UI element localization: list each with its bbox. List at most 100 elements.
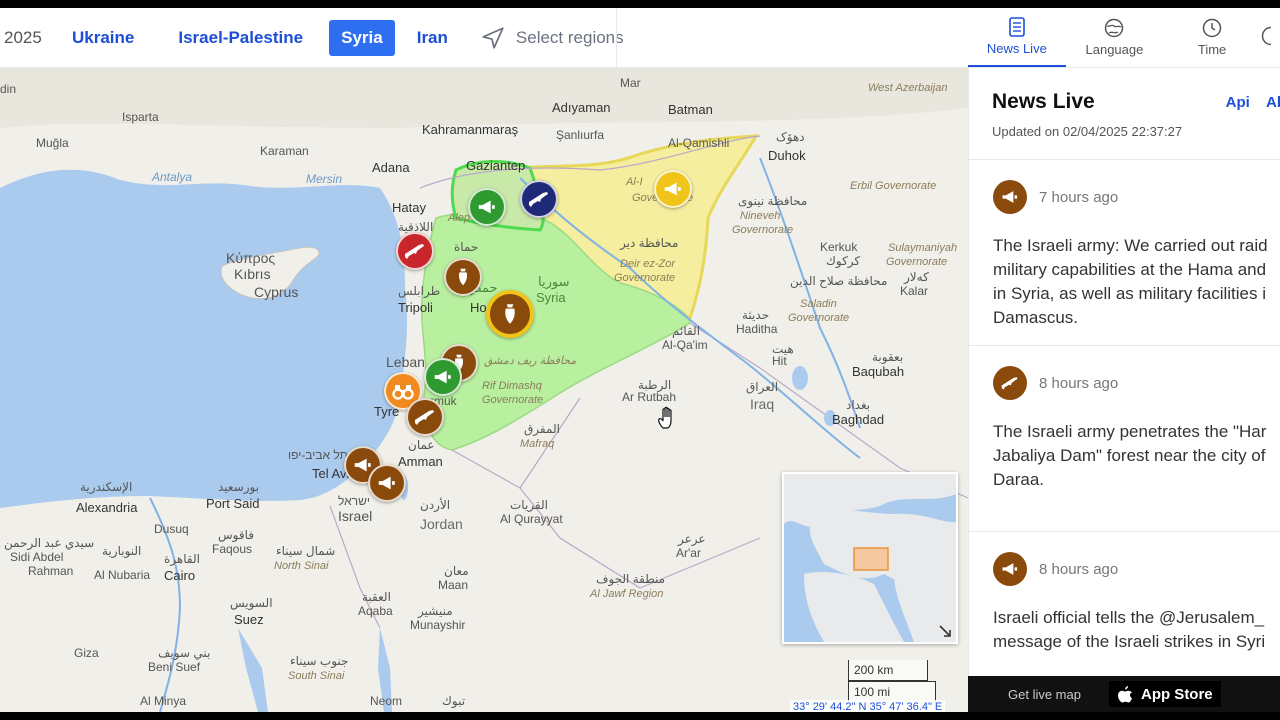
map-label: Sidi Abdel: [10, 550, 64, 564]
map-canvas[interactable]: din Isparta Muğla Karaman Antalya Mersin…: [0, 68, 968, 712]
news-item[interactable]: 8 hours ago The Israeli army penetrates …: [969, 346, 1280, 532]
overview-minimap[interactable]: [782, 472, 958, 644]
news-time: 8 hours ago: [1039, 560, 1119, 578]
map-label: Aqaba: [358, 604, 393, 618]
map-label: القائم: [672, 324, 701, 338]
about-link[interactable]: Ab: [1266, 94, 1280, 111]
attack-marker-red-rifle[interactable]: [396, 232, 434, 270]
news-item[interactable]: 7 hours ago The Israeli army: We carried…: [969, 160, 1280, 346]
map-label: West Azerbaijan: [868, 82, 948, 94]
map-label: طرابلس: [398, 284, 441, 298]
get-live-map-label: Get live map: [1008, 686, 1081, 702]
apple-icon: [1117, 686, 1132, 703]
map-label: المفرق: [524, 422, 560, 436]
map-label: din: [0, 82, 17, 96]
last-updated: Updated on 02/04/2025 22:37:27: [992, 124, 1183, 139]
map-label: Baghdad: [832, 412, 885, 427]
map-label: Şanlıurfa: [556, 128, 605, 142]
map-label: كركوك: [826, 254, 861, 268]
minimap-world: [784, 474, 956, 642]
tab-iran[interactable]: Iran: [405, 20, 460, 56]
news-line: Israeli official tells the @Jerusalem_: [993, 608, 1265, 627]
expand-icon[interactable]: [938, 624, 952, 638]
attack-marker-brown-megaphone-2[interactable]: [368, 464, 406, 502]
attack-marker-brown-rifle[interactable]: [406, 398, 444, 436]
map-label: Beni Suef: [148, 660, 201, 674]
map-label: Al Nubaria: [94, 568, 151, 582]
attack-marker-green-megaphone-2[interactable]: [424, 358, 462, 396]
bomb-icon: [459, 268, 467, 286]
map-label: Al-I: [626, 176, 643, 188]
map-label: Adana: [372, 160, 410, 175]
attack-marker-brown-bomb[interactable]: [444, 258, 482, 296]
map-label: Sulaymaniyah: [888, 242, 958, 254]
attack-marker-navy-rifle[interactable]: [520, 180, 558, 218]
app-store-button[interactable]: App Store: [1108, 681, 1221, 707]
news-meta: 7 hours ago: [993, 180, 1280, 214]
api-link[interactable]: Api: [1226, 94, 1250, 111]
app-download-bar: Get live map App Store: [968, 676, 1280, 712]
map-label: Kerkuk: [820, 240, 858, 254]
select-regions-button[interactable]: Select regions: [480, 25, 624, 51]
map-label: بورسعيد: [218, 480, 260, 494]
map-label: بعقوبة: [872, 350, 904, 364]
tab-news-live[interactable]: News Live: [968, 8, 1066, 67]
attack-marker-yellow-megaphone[interactable]: [654, 170, 692, 208]
year-label[interactable]: 2025: [4, 28, 60, 48]
map-label: Rif Dimashq: [482, 380, 542, 392]
news-time: 8 hours ago: [1039, 374, 1119, 392]
tab-time[interactable]: Time: [1163, 8, 1261, 67]
globe-icon: [1105, 18, 1124, 38]
map-label: سوريا: [538, 274, 570, 289]
megaphone-icon: [664, 182, 681, 196]
tab-israel-palestine[interactable]: Israel-Palestine: [166, 20, 315, 56]
map-label: North Sinai: [274, 560, 329, 572]
tab-syria[interactable]: Syria: [329, 19, 395, 56]
binoculars-icon: [392, 385, 414, 400]
news-icon: [993, 366, 1027, 400]
map-label: Suez: [234, 612, 264, 627]
map-label: Jordan: [420, 516, 463, 532]
map-label: Alexandria: [76, 500, 138, 515]
tab-ukraine[interactable]: Ukraine: [60, 20, 146, 56]
news-line: Jabaliya Dam" forest near the city of: [993, 446, 1266, 465]
map-label: Ar Rutbah: [622, 390, 677, 404]
bomb-icon: [505, 304, 515, 324]
header-links: Api Ab: [1214, 94, 1280, 111]
map-label: الأردن: [420, 498, 451, 512]
map-label: Al Qurayyat: [500, 512, 563, 526]
map-label: بني سويف: [158, 646, 211, 660]
map-label: Israel: [338, 508, 373, 524]
right-tabs: News Live Language Time: [968, 8, 1280, 68]
map-label: سيدي عبد الرحمن: [4, 536, 95, 550]
map-label: Nineveh: [740, 210, 781, 222]
news-line: Damascus.: [993, 308, 1079, 327]
tab-news-live-label: News Live: [986, 41, 1047, 56]
attack-marker-green-megaphone[interactable]: [468, 188, 506, 226]
tab-language[interactable]: Language: [1066, 8, 1164, 67]
map-label: Karaman: [260, 144, 309, 158]
map-label: القريات: [510, 498, 548, 512]
megaphone-icon: [1002, 191, 1018, 203]
map-label: بغداد: [846, 398, 871, 412]
megaphone-icon: [434, 370, 451, 384]
map-label: الإسكندرية: [80, 480, 133, 494]
map-label: ישראל: [338, 494, 370, 508]
map-label: Giza: [74, 646, 99, 660]
app-frame: 2025 Ukraine Israel-Palestine Syria Iran…: [0, 8, 1280, 712]
map-label: Deir ez-Zor: [620, 258, 676, 270]
news-meta: 8 hours ago: [993, 366, 1280, 400]
news-panel-header: News Live Updated on 02/04/2025 22:37:27…: [969, 68, 1280, 160]
news-line: message of the Israeli strikes in Syri: [993, 632, 1266, 651]
clock-icon: [1202, 18, 1222, 38]
attack-marker-large-bomb[interactable]: [486, 290, 534, 338]
map-label: شمال سيناء: [276, 544, 336, 558]
megaphone-icon: [478, 200, 495, 214]
map-label: Governorate: [732, 224, 794, 236]
map-label: Erbil Governorate: [850, 180, 937, 192]
map-label: Mafraq: [520, 438, 555, 450]
map-label: Ho: [470, 300, 487, 315]
tab-more[interactable]: [1261, 8, 1280, 67]
map-label: Al-Qa'im: [662, 338, 708, 352]
rifle-icon: [415, 410, 434, 425]
